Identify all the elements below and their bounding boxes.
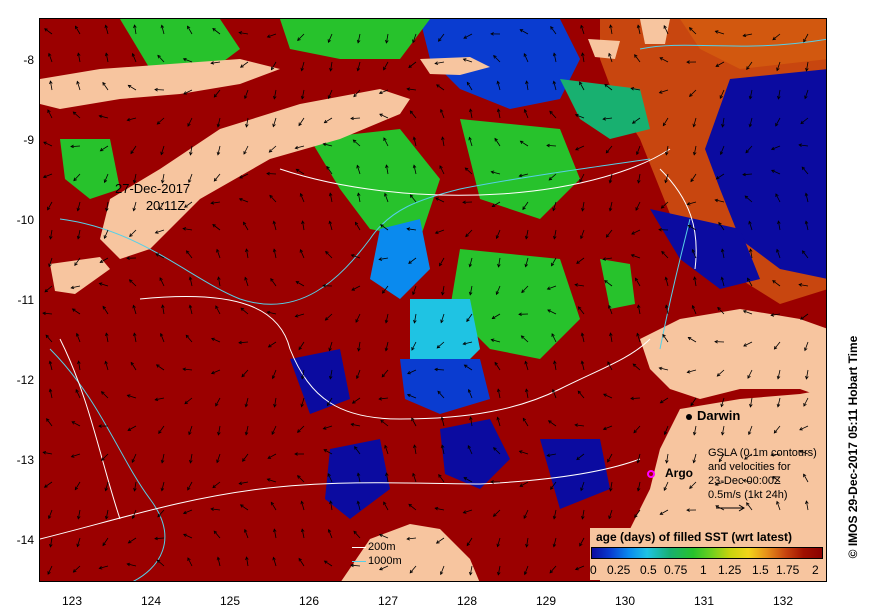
x-tick-label: 130 xyxy=(615,594,636,608)
x-tick-label: 126 xyxy=(299,594,320,608)
colorbar-tick-label: 0.25 xyxy=(607,563,631,577)
timestamp-date: 27-Dec-2017 xyxy=(115,181,191,196)
x-tick-label: 128 xyxy=(457,594,478,608)
colorbar-title: age (days) of filled SST (wrt latest) xyxy=(596,530,793,544)
x-tick-label: 125 xyxy=(220,594,241,608)
colorbar xyxy=(591,547,823,559)
contour-swatch-icon xyxy=(352,546,366,548)
contour-legend-200m: 200m xyxy=(352,540,402,554)
credit-text: © IMOS 29-Dec-2017 05:11 Hobart Time xyxy=(846,335,860,559)
contour-legend-label: 200m xyxy=(368,541,396,553)
gsla-note-line: 23-Dec 00:00Z xyxy=(708,475,781,487)
colorbar-tick-label: 0 xyxy=(590,563,597,577)
colorbar-tick-label: 1.5 xyxy=(752,563,769,577)
timestamp-time: 20:11Z xyxy=(145,198,186,213)
small-island-2 xyxy=(640,19,670,44)
y-tick-label: -13 xyxy=(16,453,34,467)
colorbar-tick-label: 1.75 xyxy=(776,563,800,577)
contour-legend-1000m: 1000m xyxy=(352,554,402,568)
gsla-note-line: and velocities for xyxy=(708,461,791,473)
argo-label: Argo xyxy=(665,466,693,480)
x-tick-label: 124 xyxy=(141,594,162,608)
contour-swatch-icon xyxy=(352,560,366,562)
y-tick-label: -9 xyxy=(23,133,34,147)
velocity-scale-arrow-icon xyxy=(716,504,745,512)
contour-legend-label: 1000m xyxy=(368,555,402,567)
y-tick-label: -11 xyxy=(17,293,34,307)
gsla-note: GSLA (0.1m contours) and velocities for … xyxy=(708,446,817,502)
gsla-note-line: GSLA (0.1m contours) xyxy=(708,447,817,459)
colorbar-tick-label: 0.5 xyxy=(640,563,657,577)
credit-container: © IMOS 29-Dec-2017 05:11 Hobart Time xyxy=(840,300,860,600)
colorbar-tick-label: 2 xyxy=(812,563,819,577)
x-tick-label: 127 xyxy=(378,594,399,608)
contour-legend: 200m 1000m xyxy=(352,540,402,568)
x-tick-label: 131 xyxy=(694,594,715,608)
colorbar-tick-label: 0.75 xyxy=(664,563,688,577)
colorbar-tick-label: 1.25 xyxy=(718,563,742,577)
colorbar-tick-label: 1 xyxy=(700,563,707,577)
image-timestamp: 27-Dec-2017 20:11Z xyxy=(115,180,190,214)
y-tick-label: -10 xyxy=(16,213,34,227)
darwin-marker xyxy=(686,414,692,420)
y-tick-label: -14 xyxy=(16,533,34,547)
x-tick-label: 129 xyxy=(536,594,557,608)
gsla-note-line: 0.5m/s (1kt 24h) xyxy=(708,489,788,501)
darwin-label: Darwin xyxy=(697,408,741,423)
y-tick-label: -12 xyxy=(16,373,34,387)
x-tick-label: 123 xyxy=(62,594,83,608)
x-tick-label: 132 xyxy=(773,594,794,608)
y-tick-label: -8 xyxy=(23,53,34,67)
